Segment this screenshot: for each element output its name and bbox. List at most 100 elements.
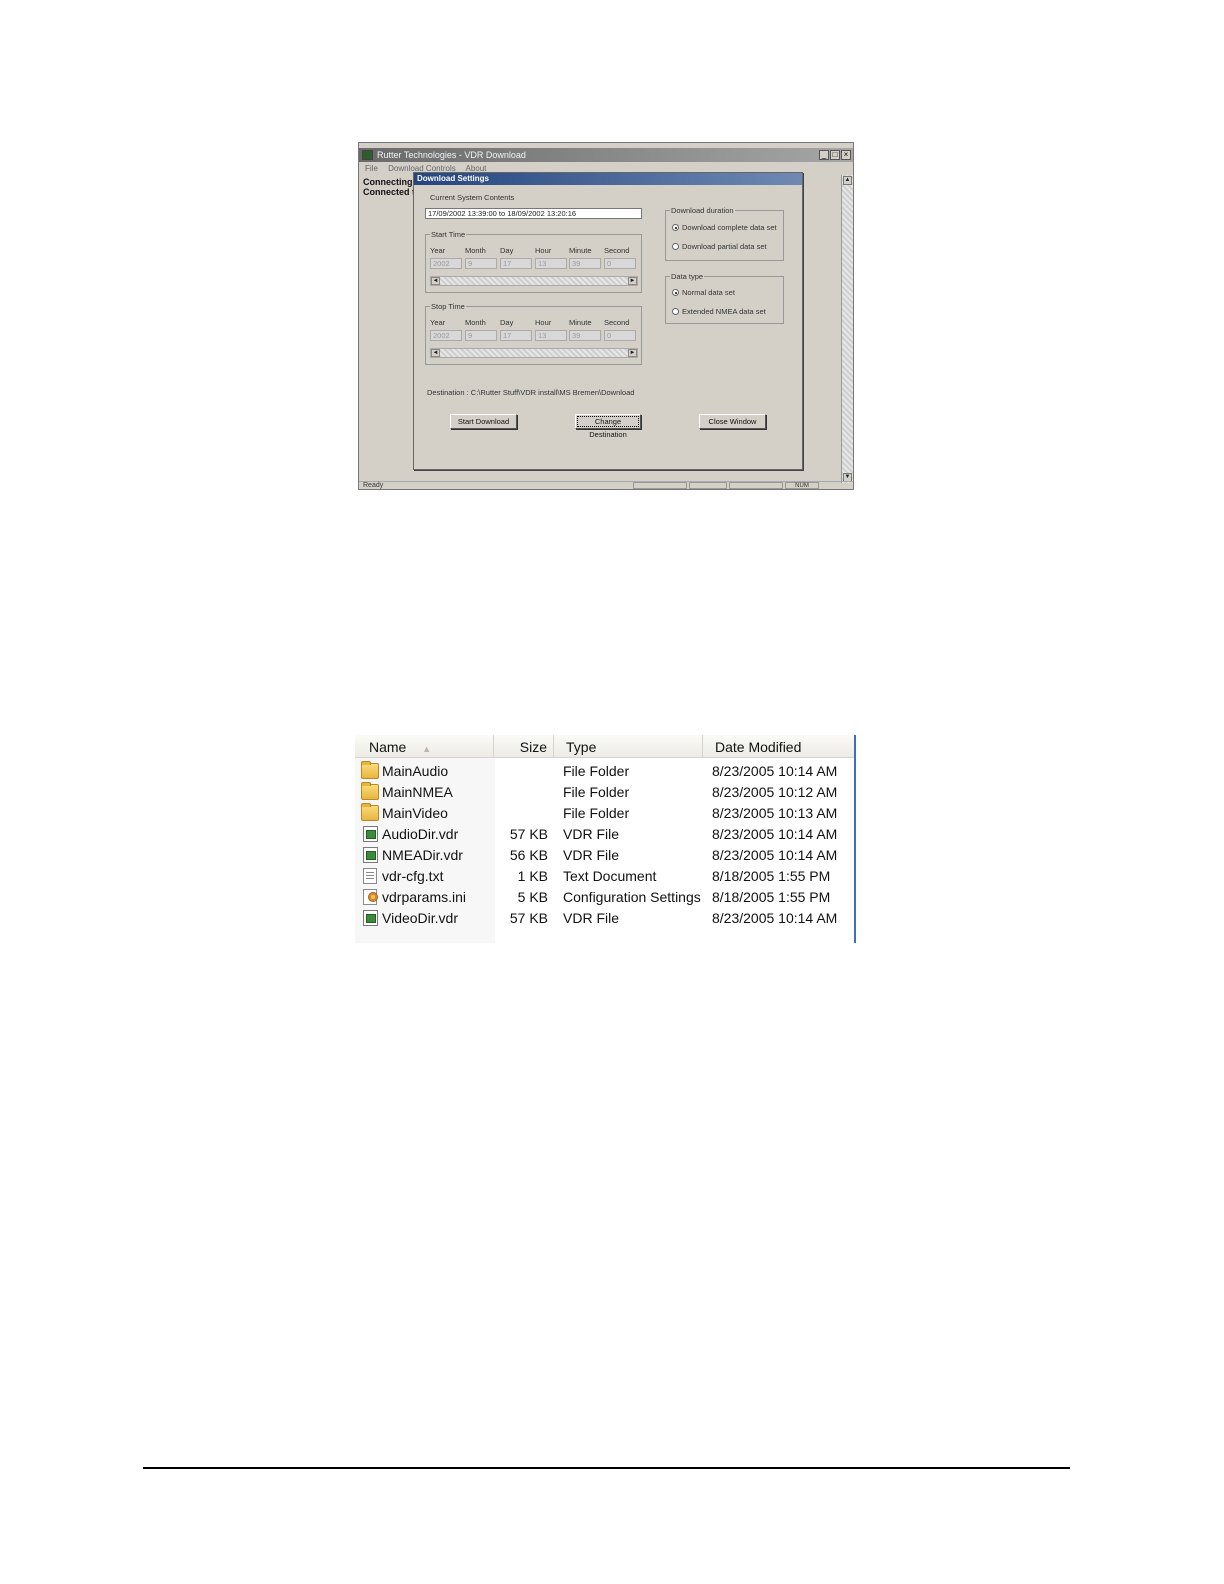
file-row[interactable]: vdrparams.ini 5 KB Configuration Setting… xyxy=(355,887,855,908)
file-date: 8/18/2005 1:55 PM xyxy=(712,889,831,905)
vdr-file-icon xyxy=(363,910,378,926)
file-row[interactable]: VideoDir.vdr 57 KB VDR File 8/23/2005 10… xyxy=(355,908,855,929)
start-hour-field[interactable]: 13 xyxy=(535,258,567,269)
file-row[interactable]: MainAudio File Folder 8/23/2005 10:14 AM xyxy=(355,761,855,782)
radio-unchecked-icon[interactable] xyxy=(672,308,679,315)
day-label: Day xyxy=(500,246,514,255)
file-name[interactable]: MainNMEA xyxy=(382,782,453,803)
file-size xyxy=(494,803,548,824)
file-size xyxy=(494,782,548,803)
column-header-label: Name xyxy=(369,739,407,755)
file-size: 1 KB xyxy=(517,868,548,884)
column-header-size[interactable]: Size xyxy=(494,735,554,758)
connection-log: Connecting Connected t xyxy=(363,177,415,197)
close-window-button[interactable]: Close Window xyxy=(699,414,766,429)
status-pane xyxy=(729,482,783,489)
change-destination-button[interactable]: Change Destination xyxy=(575,414,641,439)
file-list-view: Name ▲ Size Type Date Modified MainAudio… xyxy=(355,735,858,943)
file-date: 8/23/2005 10:12 AM xyxy=(712,784,838,800)
stop-year-field[interactable]: 2002 xyxy=(430,330,462,341)
file-row[interactable]: NMEADir.vdr 56 KB VDR File 8/23/2005 10:… xyxy=(355,845,855,866)
folder-icon xyxy=(361,803,379,821)
current-contents-label: Current System Contents xyxy=(430,193,515,202)
column-header-name[interactable]: Name ▲ xyxy=(355,735,494,758)
menu-item-file[interactable]: File xyxy=(365,164,378,173)
scroll-left-icon[interactable]: ◄ xyxy=(431,349,440,357)
file-type: Configuration Settings xyxy=(563,889,701,905)
vdr-download-window: Rutter Technologies - VDR Download _ □ ×… xyxy=(358,142,854,490)
radio-label: Download complete data set xyxy=(682,223,777,232)
file-date: 8/23/2005 10:14 AM xyxy=(712,763,838,779)
file-name[interactable]: VideoDir.vdr xyxy=(382,908,458,929)
sort-ascending-icon: ▲ xyxy=(422,744,432,754)
file-row[interactable]: AudioDir.vdr 57 KB VDR File 8/23/2005 10… xyxy=(355,824,855,845)
month-label: Month xyxy=(465,246,486,255)
vdr-file-icon xyxy=(363,826,378,842)
scroll-right-icon[interactable]: ► xyxy=(628,277,637,285)
file-name[interactable]: NMEADir.vdr xyxy=(382,845,463,866)
stop-minute-field[interactable]: 39 xyxy=(569,330,601,341)
file-row[interactable]: vdr-cfg.txt 1 KB Text Document 8/18/2005… xyxy=(355,866,855,887)
start-year-field[interactable]: 2002 xyxy=(430,258,462,269)
file-name[interactable]: vdrparams.ini xyxy=(382,887,466,908)
current-contents-field[interactable]: 17/09/2002 13:39:00 to 18/09/2002 13:20:… xyxy=(425,208,642,219)
start-time-group: Start Time Year Month Day Hour Minute Se… xyxy=(425,230,642,293)
file-date: 8/23/2005 10:14 AM xyxy=(712,910,838,926)
start-month-field[interactable]: 9 xyxy=(465,258,497,269)
window-titlebar[interactable]: Rutter Technologies - VDR Download _ □ × xyxy=(359,148,853,162)
start-second-field[interactable]: 0 xyxy=(604,258,636,269)
hour-label: Hour xyxy=(535,246,552,255)
scroll-left-icon[interactable]: ◄ xyxy=(431,277,440,285)
scroll-right-icon[interactable]: ► xyxy=(628,349,637,357)
stop-second-field[interactable]: 0 xyxy=(604,330,636,341)
status-pane xyxy=(633,482,687,489)
file-type: File Folder xyxy=(563,763,630,779)
start-minute-field[interactable]: 39 xyxy=(569,258,601,269)
data-type-group: Data type Normal data set Extended NMEA … xyxy=(665,272,784,324)
text-file-icon xyxy=(363,868,377,884)
list-header: Name ▲ Size Type Date Modified xyxy=(355,735,855,758)
start-download-button[interactable]: Start Download xyxy=(450,414,517,429)
radio-unchecked-icon[interactable] xyxy=(672,243,679,250)
minimize-button[interactable]: _ xyxy=(819,150,829,160)
maximize-button[interactable]: □ xyxy=(830,150,840,160)
file-row[interactable]: MainNMEA File Folder 8/23/2005 10:12 AM xyxy=(355,782,855,803)
radio-checked-icon[interactable] xyxy=(672,224,679,231)
file-type: VDR File xyxy=(563,910,620,926)
stop-day-field[interactable]: 17 xyxy=(500,330,532,341)
start-time-slider[interactable]: ◄ ► xyxy=(430,276,638,286)
radio-normal-data-set[interactable]: Normal data set xyxy=(672,288,735,297)
stop-month-field[interactable]: 9 xyxy=(465,330,497,341)
dialog-title[interactable]: Download Settings xyxy=(414,173,802,185)
hour-label: Hour xyxy=(535,318,552,327)
file-date: 8/23/2005 10:13 AM xyxy=(712,805,838,821)
scroll-up-icon[interactable]: ▲ xyxy=(843,176,852,185)
download-duration-legend: Download duration xyxy=(670,206,735,215)
file-type: File Folder xyxy=(563,784,630,800)
vertical-scrollbar[interactable]: ▲ ▼ xyxy=(841,175,853,483)
file-date: 8/23/2005 10:14 AM xyxy=(712,826,838,842)
radio-download-partial[interactable]: Download partial data set xyxy=(672,242,767,251)
file-name[interactable]: MainAudio xyxy=(382,761,448,782)
file-name[interactable]: vdr-cfg.txt xyxy=(382,866,443,887)
radio-download-complete[interactable]: Download complete data set xyxy=(672,223,777,232)
start-time-legend: Start Time xyxy=(430,230,467,239)
file-type: VDR File xyxy=(563,826,620,842)
column-header-type[interactable]: Type xyxy=(554,735,703,758)
close-button[interactable]: × xyxy=(841,150,851,160)
list-border xyxy=(854,735,856,943)
start-day-field[interactable]: 17 xyxy=(500,258,532,269)
file-row[interactable]: MainVideo File Folder 8/23/2005 10:13 AM xyxy=(355,803,855,824)
file-name[interactable]: MainVideo xyxy=(382,803,448,824)
column-header-date-modified[interactable]: Date Modified xyxy=(703,735,853,758)
minute-label: Minute xyxy=(569,318,592,327)
file-type: VDR File xyxy=(563,847,620,863)
file-name[interactable]: AudioDir.vdr xyxy=(382,824,458,845)
stop-hour-field[interactable]: 13 xyxy=(535,330,567,341)
log-line: Connecting xyxy=(363,177,413,187)
radio-checked-icon[interactable] xyxy=(672,289,679,296)
data-type-legend: Data type xyxy=(670,272,705,281)
stop-time-slider[interactable]: ◄ ► xyxy=(430,348,638,358)
radio-extended-nmea-data-set[interactable]: Extended NMEA data set xyxy=(672,307,766,316)
file-size: 57 KB xyxy=(509,826,548,842)
